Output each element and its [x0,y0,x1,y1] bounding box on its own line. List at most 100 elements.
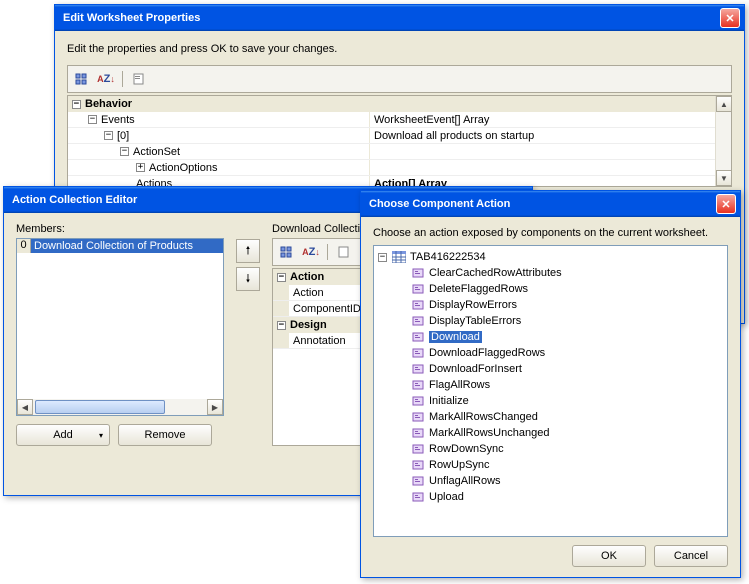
arrow-down-icon: 🠗 [246,270,251,289]
tree-item-label: DisplayRowErrors [429,299,517,311]
method-icon [410,283,426,295]
ok-button[interactable]: OK [572,545,646,567]
toolbar-separator [122,71,123,87]
action-tree[interactable]: − TAB416222534 ClearCachedRowAttributes D… [373,245,728,537]
close-icon: ✕ [721,198,730,211]
method-icon [410,411,426,423]
prop-value[interactable]: WorksheetEvent[] Array [370,112,731,127]
prop-value[interactable] [370,144,731,159]
property-row[interactable]: −EventsWorksheetEvent[] Array [68,112,731,128]
tree-item-label: DeleteFlaggedRows [429,283,528,295]
property-row[interactable]: +ActionOptions [68,160,731,176]
tree-item-label: MarkAllRowsUnchanged [429,427,549,439]
prop-name: −[0] [68,128,370,143]
method-icon [410,363,426,375]
tree-item[interactable]: DeleteFlaggedRows [376,281,725,297]
sort-az-icon: AZ↓ [302,246,320,258]
tree-item[interactable]: UnflagAllRows [376,473,725,489]
scrollbar-thumb[interactable] [35,400,165,414]
tree-item[interactable]: RowDownSync [376,441,725,457]
vertical-scrollbar[interactable]: ▲ ▼ [715,96,731,186]
move-up-button[interactable]: 🠕 [236,239,260,263]
window-title: Choose Component Action [369,198,716,210]
collapse-icon[interactable]: − [120,147,129,156]
tree-item-label: DisplayTableErrors [429,315,521,327]
categorized-button[interactable] [71,69,93,89]
tree-root-item[interactable]: − TAB416222534 [376,249,725,265]
prop-name: +ActionOptions [68,160,370,175]
tree-item[interactable]: Download [376,329,725,345]
instruction-text: Choose an action exposed by components o… [373,227,728,239]
property-row[interactable]: −[0]Download all products on startup [68,128,731,144]
tree-item[interactable]: Initialize [376,393,725,409]
method-icon [410,491,426,503]
arrow-up-icon: 🠕 [246,242,251,261]
members-listbox[interactable]: 0 Download Collection of Products ◀ ▶ [16,238,224,416]
tree-item[interactable]: MarkAllRowsUnchanged [376,425,725,441]
property-row[interactable]: −ActionSet [68,144,731,160]
remove-button[interactable]: Remove [118,424,212,446]
prop-value[interactable] [370,160,731,175]
scroll-left-arrow[interactable]: ◀ [17,399,33,415]
scroll-right-arrow[interactable]: ▶ [207,399,223,415]
method-icon [410,267,426,279]
window-title: Edit Worksheet Properties [63,12,720,24]
property-pages-button[interactable] [128,69,150,89]
categorized-button[interactable] [276,242,298,262]
alphabetical-button[interactable]: AZ↓ [300,242,322,262]
scroll-down-arrow[interactable]: ▼ [716,170,732,186]
tree-item-label: Download [429,331,482,343]
tree-item-label: RowDownSync [429,443,504,455]
pages-icon [132,73,146,85]
toolbar-separator [327,244,328,260]
method-icon [410,459,426,471]
tree-item[interactable]: FlagAllRows [376,377,725,393]
collapse-icon[interactable]: − [378,253,387,262]
property-grid[interactable]: − Behavior −EventsWorksheetEvent[] Array… [67,95,732,187]
move-down-button[interactable]: 🠗 [236,267,260,291]
collapse-icon[interactable]: − [88,115,97,124]
table-icon [391,251,407,263]
tree-item[interactable]: ClearCachedRowAttributes [376,265,725,281]
tree-item-label: DownloadFlaggedRows [429,347,545,359]
tree-item[interactable]: DownloadFlaggedRows [376,345,725,361]
alphabetical-button[interactable]: AZ↓ [95,69,117,89]
tree-item-label: MarkAllRowsChanged [429,411,538,423]
add-button[interactable]: Add [16,424,110,446]
scroll-up-arrow[interactable]: ▲ [716,96,732,112]
tree-item-label: UnflagAllRows [429,475,501,487]
collapse-icon[interactable]: − [104,131,113,140]
list-item[interactable]: 0 Download Collection of Products [17,239,223,253]
category-label: Behavior [85,98,132,110]
titlebar[interactable]: Edit Worksheet Properties ✕ [55,5,744,31]
close-button[interactable]: ✕ [716,194,736,214]
horizontal-scrollbar[interactable]: ◀ ▶ [17,399,223,415]
tree-item[interactable]: DisplayRowErrors [376,297,725,313]
tree-item[interactable]: MarkAllRowsChanged [376,409,725,425]
method-icon [410,443,426,455]
tree-item-label: FlagAllRows [429,379,490,391]
tree-item[interactable]: RowUpSync [376,457,725,473]
collapse-icon[interactable]: − [277,273,286,282]
expand-icon[interactable]: + [136,163,145,172]
category-row[interactable]: − Behavior [68,96,731,112]
tree-item-label: RowUpSync [429,459,490,471]
collapse-icon[interactable]: − [72,100,81,109]
tree-item[interactable]: Upload [376,489,725,505]
collapse-icon[interactable]: − [277,321,286,330]
prop-value[interactable]: Download all products on startup [370,128,731,143]
instruction-text: Edit the properties and press OK to save… [67,41,732,57]
close-icon: ✕ [725,12,734,25]
property-pages-button[interactable] [333,242,355,262]
item-index: 0 [17,239,31,253]
tree-item[interactable]: DisplayTableErrors [376,313,725,329]
method-icon [410,379,426,391]
tree-item-label: ClearCachedRowAttributes [429,267,562,279]
choose-component-action-window: Choose Component Action ✕ Choose an acti… [360,190,741,578]
cancel-button[interactable]: Cancel [654,545,728,567]
titlebar[interactable]: Choose Component Action ✕ [361,191,740,217]
prop-name: −Events [68,112,370,127]
tree-item[interactable]: DownloadForInsert [376,361,725,377]
sort-az-icon: AZ↓ [97,73,115,85]
close-button[interactable]: ✕ [720,8,740,28]
